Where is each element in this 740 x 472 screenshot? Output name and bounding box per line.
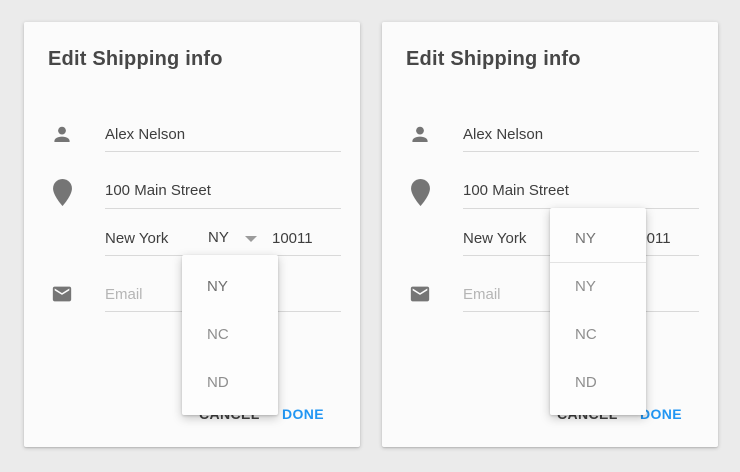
state-dropdown-menu: NY NC ND: [182, 255, 278, 415]
done-button[interactable]: DONE: [282, 406, 324, 422]
menu-selected-item[interactable]: NY: [550, 216, 646, 262]
edit-shipping-dialog: Edit Shipping info NY CANCEL DONE NY NC …: [24, 22, 360, 447]
menu-item-ny[interactable]: NY: [182, 263, 278, 311]
person-icon: [410, 125, 430, 145]
dialog-title: Edit Shipping info: [48, 48, 223, 71]
email-icon: [409, 283, 431, 305]
edit-shipping-dialog: Edit Shipping info NY CANCEL DONE NY NY …: [382, 22, 718, 447]
street-input[interactable]: [463, 181, 693, 199]
menu-item-nd[interactable]: ND: [182, 359, 278, 407]
state-dropdown-menu: NY NY NC ND: [550, 208, 646, 415]
dropdown-arrow-icon: [245, 236, 257, 242]
menu-item-nc[interactable]: NC: [550, 311, 646, 359]
dialog-title: Edit Shipping info: [406, 48, 581, 71]
person-icon: [52, 125, 72, 145]
street-underline: [105, 208, 341, 209]
done-button[interactable]: DONE: [640, 406, 682, 422]
place-icon: [411, 179, 430, 206]
place-icon: [53, 179, 72, 206]
name-input[interactable]: [105, 125, 335, 143]
name-underline: [105, 151, 341, 152]
state-select[interactable]: NY: [208, 229, 229, 247]
street-input[interactable]: [105, 181, 335, 199]
city-input[interactable]: [105, 229, 195, 247]
menu-item-ny[interactable]: NY: [550, 263, 646, 311]
email-icon: [51, 283, 73, 305]
city-input[interactable]: [463, 229, 553, 247]
zip-input[interactable]: [272, 229, 334, 247]
menu-item-nd[interactable]: ND: [550, 359, 646, 407]
state-value: NY: [208, 229, 229, 246]
name-underline: [463, 151, 699, 152]
menu-item-nc[interactable]: NC: [182, 311, 278, 359]
name-input[interactable]: [463, 125, 693, 143]
